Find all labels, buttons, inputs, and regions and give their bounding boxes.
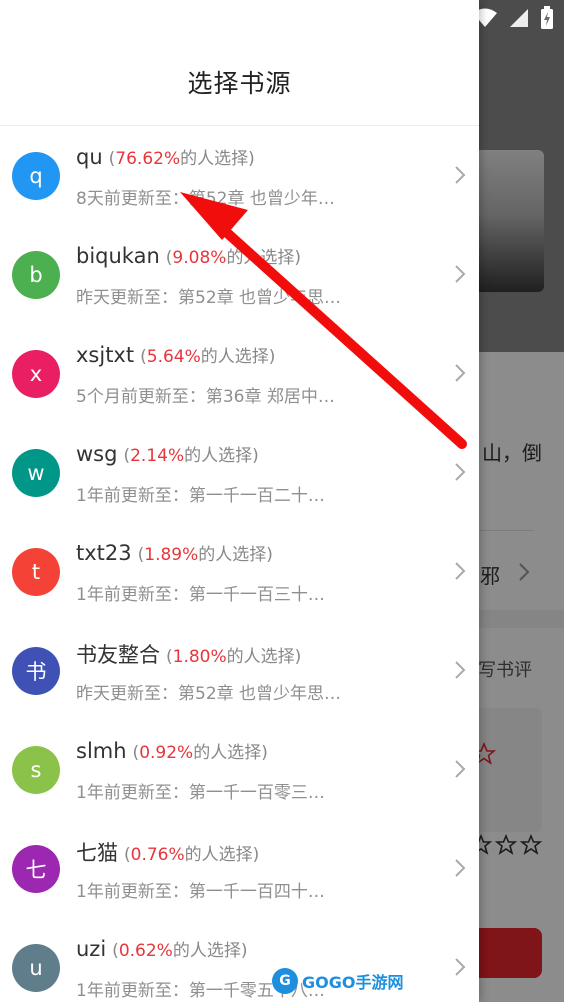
source-item[interactable]: s slmh (0.92%的人选择) 1年前更新至：第一千一百零三… [0,720,479,819]
chevron-right-icon [455,463,466,481]
source-name: slmh [76,739,127,763]
chevron-right-icon [455,760,466,778]
selection-percent: 0.76% [130,845,185,865]
source-avatar: x [12,350,60,398]
chevron-right-icon [455,661,466,679]
source-name: wsg [76,442,118,466]
source-name-line: 七猫 (0.76%的人选择) [76,837,259,867]
source-name-line: slmh (0.92%的人选择) [76,738,268,763]
source-picker-drawer: 选择书源 q qu (76.62%的人选择) 8天前更新至：第52章 也曾少年… … [0,0,479,1002]
open-paren: ( [140,347,147,367]
selection-suffix: 的人选择) [200,347,276,367]
selection-percent: 9.08% [172,248,227,268]
selection-rate: (9.08%的人选择) [166,248,301,268]
selection-percent: 1.80% [172,647,227,667]
source-name: uzi [76,937,107,961]
selection-rate: (2.14%的人选择) [123,446,258,466]
source-name-line: txt23 (1.89%的人选择) [76,540,273,565]
source-item[interactable]: t txt23 (1.89%的人选择) 1年前更新至：第一千一百三十… [0,522,479,621]
source-item[interactable]: u uzi (0.62%的人选择) 1年前更新至：第一千零五十八… [0,918,479,1002]
selection-percent: 5.64% [146,347,201,367]
source-item[interactable]: 书 书友整合 (1.80%的人选择) 昨天更新至：第52章 也曾少年思… [0,621,479,720]
selection-suffix: 的人选择) [180,149,255,169]
selection-suffix: 的人选择) [226,248,302,268]
source-name-line: uzi (0.62%的人选择) [76,936,247,961]
watermark-logo: G [272,968,298,994]
source-name: xsjtxt [76,343,135,367]
source-avatar: b [12,251,60,299]
source-item[interactable]: q qu (76.62%的人选择) 8天前更新至：第52章 也曾少年… [0,126,479,225]
latest-update: 1年前更新至：第一千一百三十… [76,585,325,605]
selection-rate: (5.64%的人选择) [140,347,275,367]
selection-suffix: 的人选择) [184,446,259,466]
selection-suffix: 的人选择) [193,743,268,763]
source-name: qu [76,145,103,169]
source-item[interactable]: w wsg (2.14%的人选择) 1年前更新至：第一千一百二十… [0,423,479,522]
open-paren: ( [112,941,119,961]
chevron-right-icon [455,859,466,877]
selection-suffix: 的人选择) [172,941,248,961]
watermark-text: GOGO手游网 [302,973,404,992]
latest-update: 1年前更新至：第一千一百四十… [76,882,325,902]
selection-suffix: 的人选择) [184,845,260,865]
source-avatar: u [12,944,60,992]
chevron-right-icon [455,364,466,382]
selection-percent: 76.62% [115,149,181,169]
open-paren: ( [166,647,173,667]
signal-icon [508,7,530,29]
latest-update: 昨天更新至：第52章 也曾少年思… [76,288,342,308]
drawer-header: 选择书源 [0,0,479,126]
open-paren: ( [124,845,131,865]
source-name: biqukan [76,244,160,268]
source-list: q qu (76.62%的人选择) 8天前更新至：第52章 也曾少年… b biq… [0,126,479,1002]
selection-rate: (0.92%的人选择) [133,743,268,763]
selection-percent: 2.14% [130,446,185,466]
chevron-right-icon [455,166,466,184]
source-name: txt23 [76,541,132,565]
source-avatar: q [12,152,60,200]
selection-percent: 0.92% [139,743,194,763]
source-name-line: xsjtxt (5.64%的人选择) [76,342,275,367]
source-avatar: s [12,746,60,794]
selection-rate: (1.80%的人选择) [166,647,301,667]
source-name: 书友整合 [76,643,160,667]
source-avatar: w [12,449,60,497]
latest-update: 1年前更新至：第一千一百零三… [76,783,325,803]
drawer-title: 选择书源 [187,69,292,98]
watermark: G GOGO手游网 [272,966,403,996]
selection-percent: 0.62% [118,941,173,961]
latest-update: 1年前更新至：第一千一百二十… [76,486,325,506]
source-name-line: biqukan (9.08%的人选择) [76,243,301,268]
latest-update: 昨天更新至：第52章 也曾少年思… [76,684,342,704]
selection-rate: (0.62%的人选择) [112,941,247,961]
source-name-line: qu (76.62%的人选择) [76,144,255,169]
selection-percent: 1.89% [144,545,199,565]
source-item[interactable]: b biqukan (9.08%的人选择) 昨天更新至：第52章 也曾少年思… [0,225,479,324]
source-avatar: 七 [12,845,60,893]
latest-update: 5个月前更新至：第36章 郑居中… [76,387,335,407]
status-bar [472,6,554,30]
selection-suffix: 的人选择) [198,545,273,565]
selection-rate: (76.62%的人选择) [109,149,255,169]
source-item[interactable]: 七 七猫 (0.76%的人选择) 1年前更新至：第一千一百四十… [0,819,479,918]
source-name: 七猫 [76,841,118,865]
battery-icon [540,6,554,30]
source-name-line: wsg (2.14%的人选择) [76,441,259,466]
chevron-right-icon [455,562,466,580]
selection-rate: (0.76%的人选择) [124,845,259,865]
source-item[interactable]: x xsjtxt (5.64%的人选择) 5个月前更新至：第36章 郑居中… [0,324,479,423]
selection-suffix: 的人选择) [226,647,302,667]
latest-update: 8天前更新至：第52章 也曾少年… [76,189,335,209]
chevron-right-icon [455,958,466,976]
source-avatar: t [12,548,60,596]
source-name-line: 书友整合 (1.80%的人选择) [76,639,301,669]
selection-rate: (1.89%的人选择) [138,545,273,565]
chevron-right-icon [455,265,466,283]
source-avatar: 书 [12,647,60,695]
